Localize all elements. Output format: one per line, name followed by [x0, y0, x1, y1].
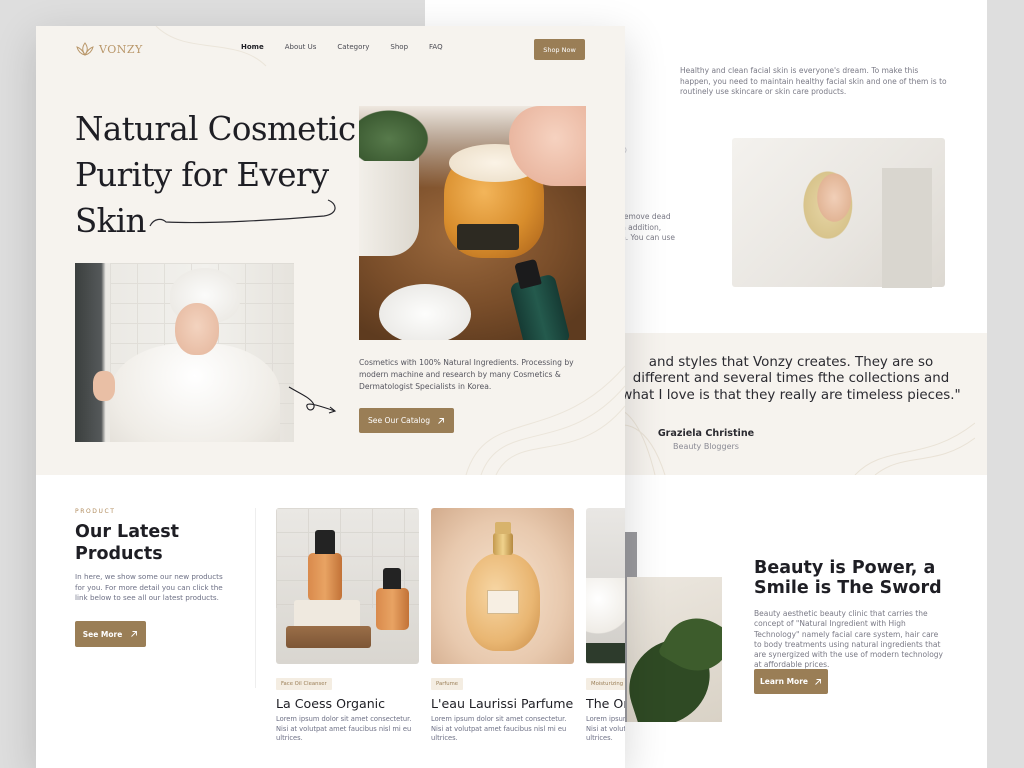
learn-more-button[interactable]: Learn More — [754, 669, 828, 694]
product-description: Lorem ipsum dolor sit amet consectetur. … — [431, 715, 567, 742]
product-category-tag: Moisturizing — [586, 678, 625, 690]
testimonial-quote: and styles that Vonzy creates. They are … — [621, 355, 961, 403]
product-card[interactable]: Face Oil Cleanser La Coess Organic Lorem… — [276, 508, 419, 744]
product-image-perfume — [431, 508, 574, 664]
woman-portrait-image — [732, 138, 945, 288]
arrow-up-right-icon — [131, 631, 138, 637]
hero-description: Cosmetics with 100% Natural Ingredients.… — [359, 358, 574, 391]
decorative-swash-underline — [149, 199, 336, 227]
nav-link-about-us[interactable]: About Us — [285, 43, 317, 51]
product-category-tag: Face Oil Cleanser — [276, 678, 332, 690]
arrow-up-right-icon — [815, 678, 821, 685]
feature-title: Beauty is Power, a Smile is The Sword — [754, 558, 942, 598]
nav-link-shop[interactable]: Shop — [390, 43, 408, 51]
monstera-leaf-image — [627, 577, 722, 722]
product-description: Lorem ipsum dolor sit amet consectetur. … — [586, 715, 625, 742]
see-our-catalog-label: See Our Catalog — [367, 416, 431, 425]
product-name: L'eau Laurissi Parfume — [431, 696, 574, 711]
hero-title-line-2: Purity for Every — [75, 156, 329, 194]
shop-now-button[interactable]: Shop Now — [534, 39, 585, 60]
product-card[interactable]: Moisturizing The Or Lorem ipsum dolor si… — [586, 508, 625, 744]
product-category-tag: Parfume — [431, 678, 464, 690]
product-card[interactable]: Parfume L'eau Laurissi Parfume Lorem ips… — [431, 508, 574, 744]
learn-more-label: Learn More — [760, 677, 808, 686]
section-description: In here, we show some our new products f… — [75, 572, 223, 603]
cream-jar-image — [359, 106, 586, 340]
woman-skincare-image — [75, 263, 294, 442]
front-page: VONZY Home About Us Category Shop FAQ Sh… — [36, 26, 625, 768]
arrow-up-right-icon — [438, 417, 444, 424]
nav-link-home[interactable]: Home — [241, 43, 264, 51]
hero-title-line-1: Natural Cosmetic — [75, 110, 356, 148]
nav-links: Home About Us Category Shop FAQ — [241, 43, 443, 51]
see-more-label: See More — [82, 629, 123, 639]
feature-text: Beauty aesthetic beauty clinic that carr… — [754, 609, 943, 670]
product-image-serum-bottles — [276, 508, 419, 664]
product-name: La Coess Organic — [276, 696, 386, 711]
see-more-button[interactable]: See More — [75, 621, 146, 647]
hero-section: VONZY Home About Us Category Shop FAQ Sh… — [36, 26, 625, 475]
nav-link-faq[interactable]: FAQ — [429, 43, 443, 51]
section-divider — [255, 508, 256, 688]
lotus-logo-icon — [76, 42, 94, 56]
nav-link-category[interactable]: Category — [337, 43, 369, 51]
top-navigation: VONZY Home About Us Category Shop FAQ Sh… — [36, 26, 625, 76]
brand-logo[interactable]: VONZY — [75, 41, 143, 57]
curly-arrow-icon — [288, 386, 337, 414]
product-description: Lorem ipsum dolor sit amet consectetur. … — [276, 715, 412, 742]
back-intro-text: Healthy and clean facial skin is everyon… — [680, 66, 947, 96]
product-image-moisturizer — [586, 508, 625, 664]
section-title: Our Latest Products — [75, 522, 180, 564]
brand-name: VONZY — [99, 42, 143, 56]
back-text-fragment: remove dead n addition, n. You can use a — [621, 212, 675, 253]
product-name: The Or — [586, 696, 625, 711]
hero-title-line-3: Skin — [75, 202, 146, 240]
see-our-catalog-button[interactable]: See Our Catalog — [359, 408, 454, 433]
section-eyebrow: PRODUCT — [75, 508, 116, 515]
